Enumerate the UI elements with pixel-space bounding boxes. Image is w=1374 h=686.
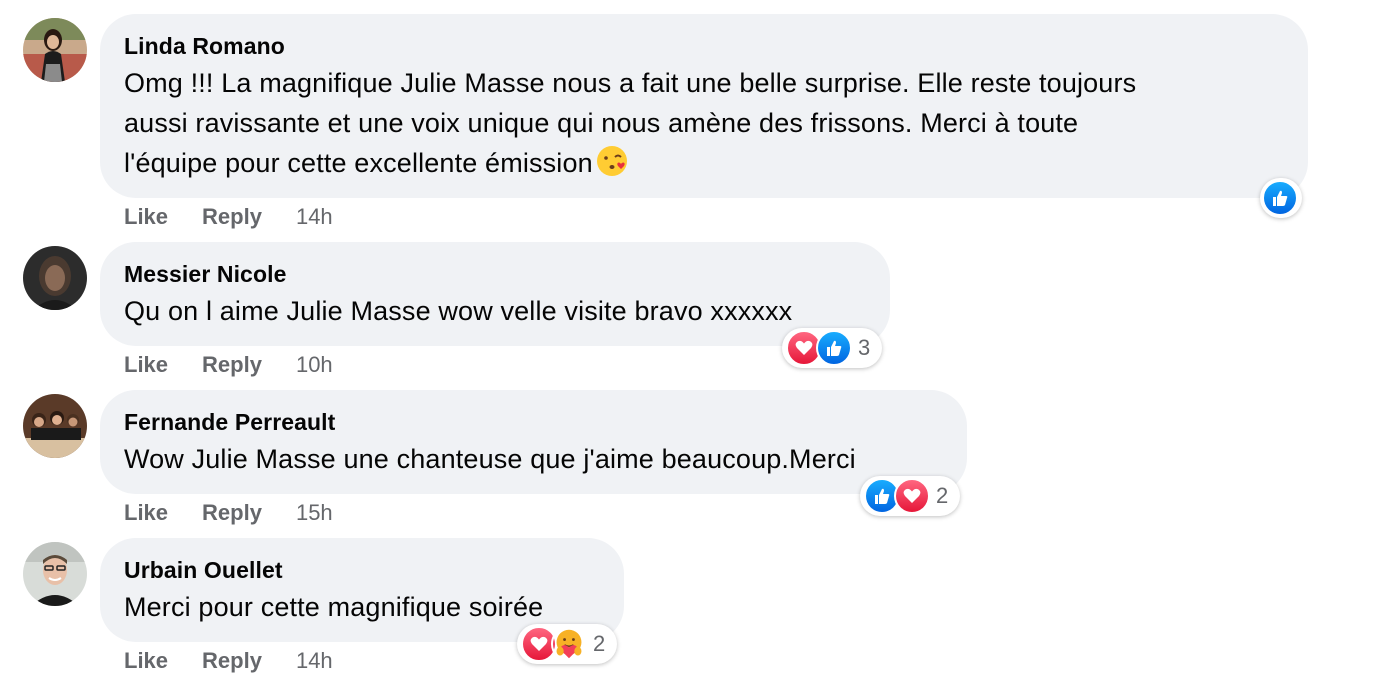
reply-button[interactable]: Reply	[202, 352, 262, 378]
like-button[interactable]: Like	[124, 500, 168, 526]
comment-text-line: Omg !!! La magnifique Julie Masse nous a…	[124, 68, 1137, 98]
comment-author[interactable]: Fernande Perreault	[124, 409, 335, 436]
comment-timestamp[interactable]: 10h	[296, 352, 333, 378]
reaction-summary[interactable]: 2	[860, 476, 961, 516]
avatar[interactable]	[23, 542, 87, 606]
comment-actions: Like Reply 14h	[124, 648, 333, 674]
reaction-count: 2	[936, 483, 949, 508]
reaction-summary[interactable]	[1260, 178, 1302, 218]
comment-actions: Like Reply 14h	[124, 204, 333, 230]
reaction-summary[interactable]: 3	[782, 328, 883, 368]
comment-bubble: Linda Romano Omg !!! La magnifique Julie…	[100, 14, 1308, 198]
comment-text-line: l'équipe pour cette excellente émission	[124, 143, 629, 189]
comment-bubble: Fernande Perreault Wow Julie Masse une c…	[100, 390, 967, 494]
avatar[interactable]	[23, 18, 87, 82]
avatar[interactable]	[23, 394, 87, 458]
reaction-count: 2	[593, 631, 606, 656]
reply-button[interactable]: Reply	[202, 204, 262, 230]
avatar[interactable]	[23, 246, 87, 310]
comment-text-segment: l'équipe pour cette excellente émission	[124, 148, 593, 178]
comment-actions: Like Reply 10h	[124, 352, 333, 378]
reply-button[interactable]: Reply	[202, 500, 262, 526]
like-icon	[816, 330, 852, 366]
comment-text-line: aussi ravissante et une voix unique qui …	[124, 108, 1079, 138]
care-icon	[551, 626, 587, 662]
comment-text-line: Merci pour cette magnifique soirée	[124, 592, 544, 622]
reaction-count: 3	[858, 335, 871, 360]
reply-button[interactable]: Reply	[202, 648, 262, 674]
comment-timestamp[interactable]: 14h	[296, 648, 333, 674]
like-button[interactable]: Like	[124, 648, 168, 674]
comment-author[interactable]: Linda Romano	[124, 33, 285, 60]
comment-bubble: Messier Nicole Qu on l aime Julie Masse …	[100, 242, 890, 346]
like-button[interactable]: Like	[124, 204, 168, 230]
comment-text-line: Qu on l aime Julie Masse wow velle visit…	[124, 296, 793, 326]
love-icon	[894, 478, 930, 514]
comment-timestamp[interactable]: 15h	[296, 500, 333, 526]
comment-text-line: Wow Julie Masse une chanteuse que j'aime…	[124, 444, 856, 474]
reaction-summary[interactable]: 2	[517, 624, 618, 664]
kissing-face-emoji-icon	[595, 144, 629, 189]
like-button[interactable]: Like	[124, 352, 168, 378]
comment-author[interactable]: Urbain Ouellet	[124, 557, 283, 584]
like-icon	[1262, 180, 1298, 216]
comment-author[interactable]: Messier Nicole	[124, 261, 286, 288]
comment-timestamp[interactable]: 14h	[296, 204, 333, 230]
comment-actions: Like Reply 15h	[124, 500, 333, 526]
